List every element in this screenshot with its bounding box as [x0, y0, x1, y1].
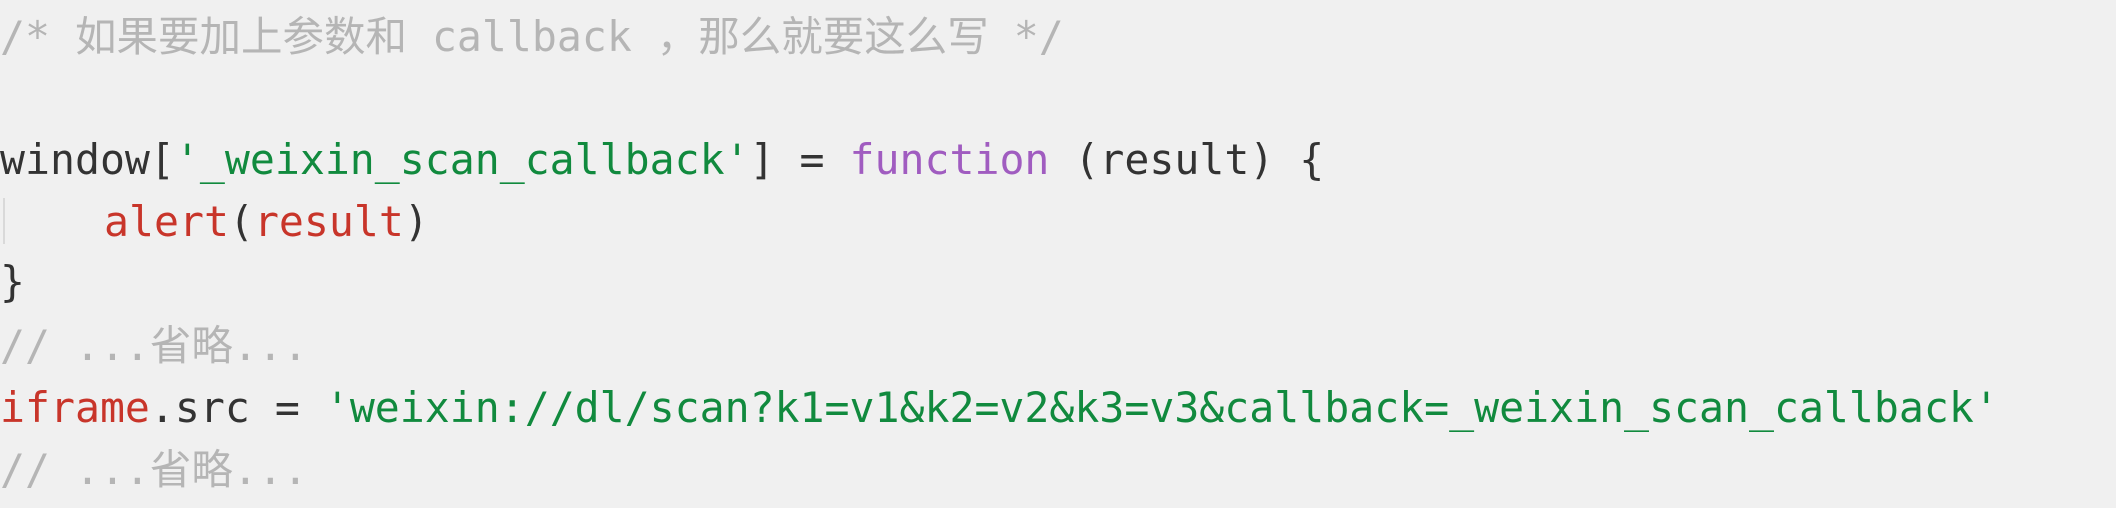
scan-url-string: 'weixin://dl/scan?k1=v1&k2=v2&k3=v3&call…	[324, 383, 1999, 432]
code-line-omitted-comment: // ...省略...	[0, 315, 308, 377]
code-line-omitted-comment-2: // ...省略...	[0, 439, 308, 501]
code-line-closing-brace: }	[0, 251, 25, 313]
src-assignment: .src =	[149, 383, 325, 432]
code-line-alert: alert(result)	[0, 191, 429, 253]
iframe-object: iframe	[0, 383, 150, 432]
alert-argument: result	[253, 197, 404, 246]
function-keyword: function	[849, 135, 1050, 184]
callback-name-string: '_weixin_scan_callback'	[174, 135, 750, 184]
code-line-iframe-src: iframe.src = 'weixin://dl/scan?k1=v1&k2=…	[0, 377, 1999, 439]
code-line-callback-assignment: window['_weixin_scan_callback'] = functi…	[0, 129, 1324, 191]
open-paren: (	[228, 197, 254, 246]
line-comment: // ...省略...	[0, 321, 308, 370]
window-object: window[	[0, 135, 175, 184]
alert-function: alert	[104, 197, 229, 246]
line-comment: // ...省略...	[0, 445, 308, 494]
function-params: (result) {	[1049, 135, 1325, 184]
closing-brace: }	[0, 257, 25, 306]
code-editor: /* 如果要加上参数和 callback ，那么就要这么写 */ window[…	[0, 0, 2116, 508]
block-comment: /* 如果要加上参数和 callback ，那么就要这么写 */	[0, 12, 1064, 61]
code-line-comment-header: /* 如果要加上参数和 callback ，那么就要这么写 */	[0, 6, 1064, 68]
close-paren: )	[403, 197, 429, 246]
assignment-operator: ] =	[749, 135, 850, 184]
